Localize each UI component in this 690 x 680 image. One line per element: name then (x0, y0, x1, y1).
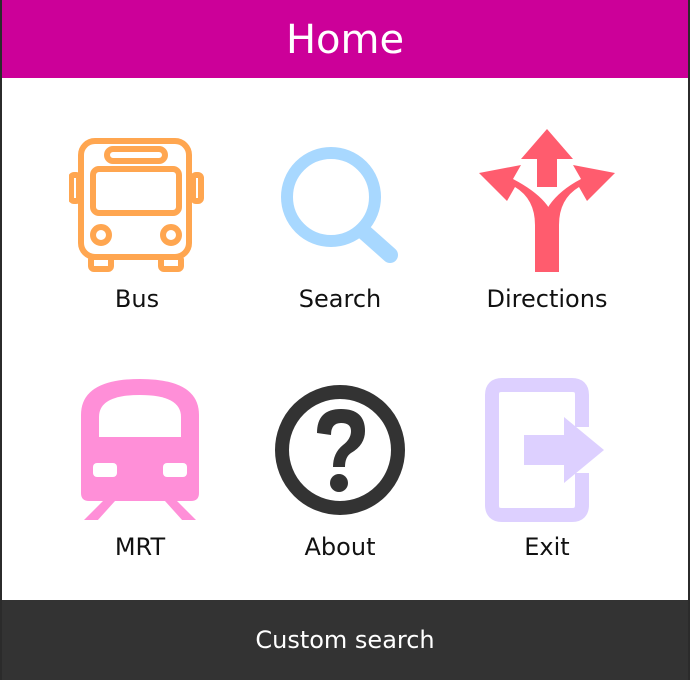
menu-item-about[interactable]: About (240, 373, 440, 573)
menu-item-directions[interactable]: Directions (447, 125, 647, 325)
exit-icon (485, 378, 604, 522)
search-icon (281, 147, 398, 263)
menu-item-label: About (304, 533, 376, 561)
menu-item-search[interactable]: Search (240, 125, 440, 325)
menu-item-label: Search (298, 285, 382, 313)
directions-icon (479, 129, 615, 272)
menu-item-label: Bus (114, 285, 160, 313)
menu-item-label: Exit (524, 533, 570, 561)
menu-item-exit[interactable]: Exit (447, 373, 647, 573)
menu-item-label: MRT (114, 533, 166, 561)
page-title: Home (2, 0, 688, 78)
home-screen: Home Bus Search Directions MRT About Exi… (2, 0, 688, 680)
bus-icon (69, 138, 204, 272)
menu-item-mrt[interactable]: MRT (40, 373, 240, 573)
menu-item-label: Directions (486, 285, 608, 313)
help-icon (275, 385, 405, 515)
train-icon (81, 379, 199, 520)
custom-search-button[interactable]: Custom search (2, 600, 688, 680)
menu-item-bus[interactable]: Bus (37, 125, 237, 325)
